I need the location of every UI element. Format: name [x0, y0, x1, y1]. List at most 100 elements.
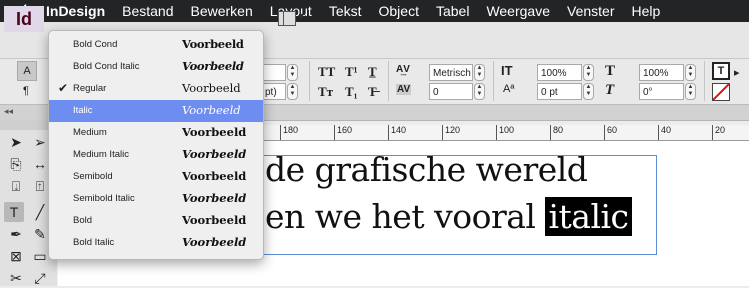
- font-preview: Voorbeeld: [182, 59, 244, 73]
- free-transform-tool-icon[interactable]: ⤢: [30, 268, 50, 288]
- tracking-stepper[interactable]: ▲ ▼: [474, 83, 485, 100]
- rectangle-tool-icon[interactable]: ▭: [30, 246, 50, 266]
- menu-item-label: Medium Italic: [73, 149, 129, 160]
- character-mode-button[interactable]: A: [17, 61, 37, 81]
- ruler-label: 80: [550, 125, 563, 140]
- horizontal-ruler: 180 160 140 120 100 80 60 40 20: [262, 125, 749, 141]
- paragraph-mode-button[interactable]: ¶: [17, 82, 35, 100]
- menu-item-label: Bold Cond: [73, 39, 118, 50]
- selection-tool-icon[interactable]: ➤: [6, 132, 26, 152]
- ruler-label: 160: [334, 125, 352, 140]
- menu-bestand[interactable]: Bestand: [122, 3, 173, 19]
- content-placer-icon[interactable]: ⍐: [30, 176, 50, 196]
- rectangle-frame-tool-icon[interactable]: ⊠: [6, 246, 26, 266]
- leading-stepper[interactable]: ▲ ▼: [287, 83, 298, 100]
- kerning-stepper[interactable]: ▲ ▼: [474, 64, 485, 81]
- pen-tool-icon[interactable]: ✒: [6, 224, 26, 244]
- document-text[interactable]: en we het vooral: [265, 197, 545, 236]
- baseline-shift-icon: Aª: [503, 83, 515, 95]
- skew-field[interactable]: 0°: [639, 83, 684, 100]
- ruler-label: 180: [280, 125, 298, 140]
- skew-icon: T: [605, 82, 615, 98]
- ruler-label: 100: [496, 125, 514, 140]
- font-style-field-tail[interactable]: [262, 64, 286, 81]
- document-text-line[interactable]: de grafische wereld: [265, 150, 588, 189]
- font-style-stepper[interactable]: ▲ ▼: [287, 64, 298, 81]
- direct-selection-tool-icon[interactable]: ➢: [30, 132, 50, 152]
- menu-item-bold-cond[interactable]: Bold Cond Voorbeeld: [49, 34, 263, 56]
- menu-item-regular[interactable]: ✔ Regular Voorbeeld: [49, 78, 263, 100]
- content-collector-icon[interactable]: ⍗: [6, 176, 26, 196]
- font-preview: Voorbeeld: [182, 81, 241, 95]
- document-text-line[interactable]: en we het vooral italic: [265, 197, 632, 236]
- vertical-scale-stepper[interactable]: ▲ ▼: [583, 64, 594, 81]
- checkmark-icon: ✔: [58, 81, 69, 95]
- font-preview: Voorbeeld: [182, 191, 247, 205]
- chevron-down-icon[interactable]: ▼: [297, 11, 306, 21]
- font-style-menu: Bold Cond Voorbeeld Bold Cond Italic Voo…: [48, 30, 264, 260]
- ruler-label: 120: [442, 125, 460, 140]
- gap-tool-icon[interactable]: ↔: [30, 154, 50, 174]
- collapse-panels-icon[interactable]: ◂◂: [4, 106, 13, 117]
- kerning-method-field[interactable]: Metrisch: [429, 64, 473, 81]
- tracking-icon: AV: [396, 84, 412, 95]
- small-caps-button[interactable]: Tт: [318, 84, 333, 100]
- ruler-label: 40: [658, 125, 671, 140]
- stroke-none-swatch[interactable]: [712, 83, 730, 101]
- strikethrough-button[interactable]: T̶: [368, 84, 377, 100]
- type-tool-icon[interactable]: T: [4, 202, 24, 222]
- menu-item-label: Semibold: [73, 171, 113, 182]
- pencil-tool-icon[interactable]: ✎: [30, 224, 50, 244]
- all-caps-button[interactable]: TT: [318, 64, 335, 80]
- fill-text-swatch[interactable]: T: [712, 62, 730, 80]
- menu-item-label: Regular: [73, 83, 107, 94]
- menu-object[interactable]: Object: [379, 3, 419, 19]
- leading-field-tail[interactable]: pt): [262, 83, 286, 100]
- chevron-right-icon[interactable]: ▸: [734, 66, 740, 79]
- page-tool-icon[interactable]: ⎘: [6, 154, 26, 174]
- menu-app-indesign[interactable]: InDesign: [46, 3, 105, 19]
- menu-item-semibold-italic[interactable]: Semibold Italic Voorbeeld: [49, 188, 263, 210]
- horizontal-scale-field[interactable]: 100%: [639, 64, 684, 81]
- tracking-field[interactable]: 0: [429, 83, 473, 100]
- menu-item-bold-italic[interactable]: Bold Italic Voorbeeld: [49, 232, 263, 254]
- superscript-button[interactable]: T¹: [345, 64, 358, 80]
- screen-mode-icon[interactable]: [278, 11, 296, 26]
- underline-button[interactable]: T̲: [368, 64, 377, 80]
- ruler-label: 60: [604, 125, 617, 140]
- horizontal-scale-stepper[interactable]: ▲ ▼: [685, 64, 696, 81]
- menu-item-bold-cond-italic[interactable]: Bold Cond Italic Voorbeeld: [49, 56, 263, 78]
- menu-item-semibold[interactable]: Semibold Voorbeeld: [49, 166, 263, 188]
- menu-tabel[interactable]: Tabel: [436, 3, 469, 19]
- selected-text[interactable]: italic: [545, 197, 632, 236]
- menu-item-medium[interactable]: Medium Voorbeeld: [49, 122, 263, 144]
- scissors-tool-icon[interactable]: ✂: [6, 268, 26, 288]
- menu-item-medium-italic[interactable]: Medium Italic Voorbeeld: [49, 144, 263, 166]
- menu-item-italic[interactable]: Italic Voorbeeld: [49, 100, 263, 122]
- menu-venster[interactable]: Venster: [567, 3, 614, 19]
- menu-item-label: Bold Cond Italic: [73, 61, 140, 72]
- font-preview: Voorbeeld: [182, 147, 247, 161]
- menu-weergave[interactable]: Weergave: [486, 3, 550, 19]
- menu-item-bold[interactable]: Bold Voorbeeld: [49, 210, 263, 232]
- menu-help[interactable]: Help: [631, 3, 660, 19]
- menu-tekst[interactable]: Tekst: [329, 3, 362, 19]
- ruler-label: 20: [712, 125, 725, 140]
- font-preview: Voorbeeld: [182, 213, 247, 227]
- menu-item-label: Bold Italic: [73, 237, 115, 248]
- vertical-scale-field[interactable]: 100%: [537, 64, 582, 81]
- font-preview: Voorbeeld: [182, 125, 247, 139]
- subscript-button[interactable]: T₁: [345, 84, 358, 100]
- kerning-icon: A͢V: [396, 64, 410, 75]
- vertical-scale-icon: IT: [501, 63, 513, 78]
- separator: [388, 61, 389, 101]
- menu-bewerken[interactable]: Bewerken: [191, 3, 253, 19]
- skew-stepper[interactable]: ▲ ▼: [685, 83, 696, 100]
- indesign-logo: Id: [4, 6, 44, 32]
- baseline-shift-field[interactable]: 0 pt: [537, 83, 582, 100]
- separator: [704, 61, 705, 101]
- ruler-label: 140: [388, 125, 406, 140]
- baseline-shift-stepper[interactable]: ▲ ▼: [583, 83, 594, 100]
- line-tool-icon[interactable]: ╱: [30, 202, 50, 222]
- font-preview: Voorbeeld: [182, 103, 241, 117]
